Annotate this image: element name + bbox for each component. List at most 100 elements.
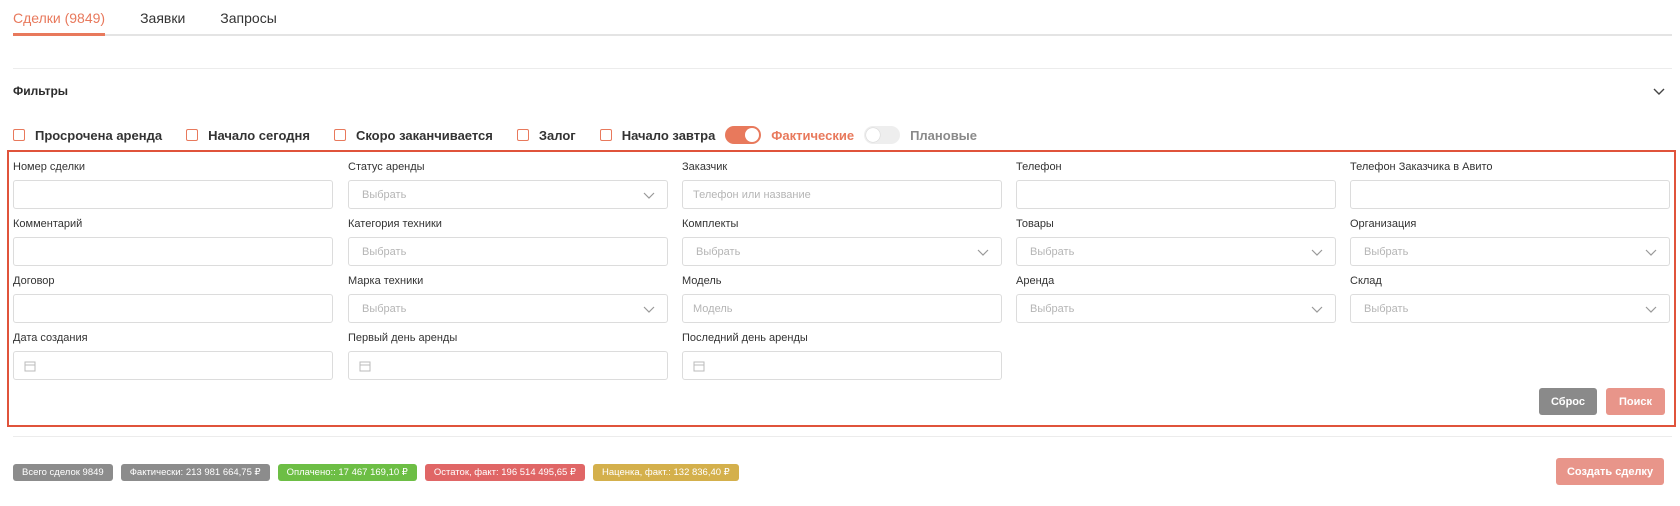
filters-title: Фильтры xyxy=(13,84,69,98)
calendar-icon xyxy=(693,361,705,372)
placeholder: Выбрать xyxy=(696,246,741,258)
placeholder: Выбрать xyxy=(1030,246,1075,258)
field-label: Модель xyxy=(682,275,722,287)
equipment-category-select[interactable]: Выбрать xyxy=(348,237,668,266)
stat-total-deals: Всего сделок 9849 xyxy=(13,464,113,481)
contract-input[interactable] xyxy=(13,294,333,323)
rent-field: Аренда Выбрать xyxy=(1016,274,1336,323)
placeholder: Выбрать xyxy=(1364,303,1409,315)
tab-deals[interactable]: Сделки (9849) xyxy=(13,0,106,36)
field-label: Статус аренды xyxy=(348,161,425,173)
checkbox[interactable] xyxy=(186,129,199,141)
field-label: Категория техники xyxy=(348,218,442,230)
deal-stats: Всего сделок 9849 Фактически: 213 981 66… xyxy=(13,464,747,481)
checkbox[interactable] xyxy=(13,129,25,141)
field-label: Организация xyxy=(1350,218,1417,230)
chevron-down-icon[interactable] xyxy=(1652,84,1666,98)
placeholder: Выбрать xyxy=(362,303,407,315)
goods-select[interactable]: Выбрать xyxy=(1016,237,1336,266)
brand-select[interactable]: Выбрать xyxy=(348,294,668,323)
checkbox[interactable] xyxy=(599,129,612,141)
organization-select[interactable]: Выбрать xyxy=(1350,237,1670,266)
actual-toggle-label: Фактические xyxy=(771,127,855,143)
deal-number-input[interactable] xyxy=(13,180,333,209)
field-label: Марка техники xyxy=(348,275,424,287)
chevron-down-icon xyxy=(1311,249,1323,256)
created-date-picker[interactable] xyxy=(13,351,333,380)
rent-status-field: Статус аренды Выбрать xyxy=(348,160,668,209)
phone-field: Телефон xyxy=(1016,160,1336,209)
field-label: Дата создания xyxy=(13,332,88,344)
field-label: Телефон xyxy=(1016,161,1062,173)
field-label: Номер сделки xyxy=(13,161,85,173)
avito-phone-field: Телефон Заказчика в Авито xyxy=(1350,160,1670,209)
placeholder: Модель xyxy=(693,303,733,315)
placeholder: Выбрать xyxy=(1364,246,1409,258)
quick-filter-deposit[interactable]: Залог xyxy=(516,128,576,143)
placeholder: Выбрать xyxy=(362,246,407,258)
stat-paid: Оплачено:: 17 467 169,10 ₽ xyxy=(277,464,417,481)
customer-field: Заказчик Телефон или название xyxy=(682,160,1002,209)
checkbox[interactable] xyxy=(333,129,346,141)
customer-input[interactable]: Телефон или название xyxy=(682,180,1002,209)
deal-number-field: Номер сделки xyxy=(13,160,333,209)
chevron-down-icon xyxy=(1311,306,1323,313)
quick-filter-start-tomorrow[interactable]: Начало завтра xyxy=(599,127,716,143)
quick-filter-overdue[interactable]: Просрочена аренда xyxy=(13,128,162,143)
stat-actual: Фактически: 213 981 664,75 ₽ xyxy=(120,464,270,481)
actual-toggle[interactable] xyxy=(725,126,762,144)
tabs-bar: Сделки (9849) Заявки Запросы xyxy=(13,0,1672,36)
stat-markup: Наценка, факт.: 132 836,40 ₽ xyxy=(592,464,739,481)
created-date-field: Дата создания xyxy=(13,331,333,380)
field-label: Телефон Заказчика в Авито xyxy=(1350,161,1493,173)
planned-toggle-label: Плановые xyxy=(910,127,978,143)
quick-filter-start-today[interactable]: Начало сегодня xyxy=(186,128,310,143)
checkbox[interactable] xyxy=(516,129,529,141)
chevron-down-icon xyxy=(643,192,655,199)
planned-toggle[interactable] xyxy=(864,126,901,144)
last-day-field: Последний день аренды xyxy=(682,331,1002,380)
field-label: Комплекты xyxy=(682,218,739,230)
filter-form: Номер сделки Статус аренды Выбрать Заказ… xyxy=(7,150,1676,427)
model-field: Модель Модель xyxy=(682,274,1002,323)
calendar-icon xyxy=(24,361,36,372)
stat-balance: Остаток, факт: 196 514 495,65 ₽ xyxy=(424,464,585,481)
field-label: Аренда xyxy=(1016,275,1055,287)
goods-field: Товары Выбрать xyxy=(1016,217,1336,266)
quick-filter-ending-soon[interactable]: Скоро заканчивается xyxy=(333,128,493,143)
rent-select[interactable]: Выбрать xyxy=(1016,294,1336,323)
organization-field: Организация Выбрать xyxy=(1350,217,1670,266)
phone-input[interactable] xyxy=(1016,180,1336,209)
search-button[interactable]: Поиск xyxy=(1606,388,1665,415)
tab-queries[interactable]: Запросы xyxy=(220,0,276,36)
quick-filter-label: Начало завтра xyxy=(621,127,716,143)
divider xyxy=(13,68,1672,69)
warehouse-field: Склад Выбрать xyxy=(1350,274,1670,323)
reset-button[interactable]: Сброс xyxy=(1539,388,1597,415)
quick-filters: Просрочена аренда Начало сегодня Скоро з… xyxy=(13,126,987,144)
first-day-picker[interactable] xyxy=(348,351,668,380)
field-label: Договор xyxy=(13,275,55,287)
avito-phone-input[interactable] xyxy=(1350,180,1670,209)
placeholder: Выбрать xyxy=(1030,303,1075,315)
comment-input[interactable] xyxy=(13,237,333,266)
warehouse-select[interactable]: Выбрать xyxy=(1350,294,1670,323)
tab-requests[interactable]: Заявки xyxy=(140,0,185,36)
kits-select[interactable]: Выбрать xyxy=(682,237,1002,266)
calendar-icon xyxy=(359,361,371,372)
create-deal-button[interactable]: Создать сделку xyxy=(1556,458,1664,485)
field-label: Первый день аренды xyxy=(348,332,458,344)
field-label: Заказчик xyxy=(682,161,728,173)
toggle-knob xyxy=(745,128,760,142)
contract-field: Договор xyxy=(13,274,333,323)
rent-status-select[interactable]: Выбрать xyxy=(348,180,668,209)
chevron-down-icon xyxy=(643,306,655,313)
model-input[interactable]: Модель xyxy=(682,294,1002,323)
toggle-knob xyxy=(866,128,881,142)
last-day-picker[interactable] xyxy=(682,351,1002,380)
placeholder: Выбрать xyxy=(362,189,407,201)
first-day-field: Первый день аренды xyxy=(348,331,668,380)
kits-field: Комплекты Выбрать xyxy=(682,217,1002,266)
quick-filter-label: Начало сегодня xyxy=(208,127,310,143)
field-label: Склад xyxy=(1350,275,1382,287)
